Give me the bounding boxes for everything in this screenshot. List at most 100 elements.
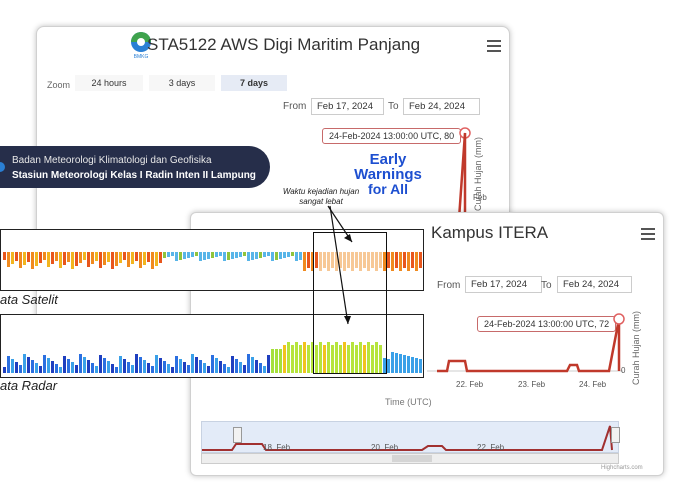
zoom-3-days-button[interactable]: 3 days — [149, 75, 215, 91]
x-tick-22-feb: 22. Feb — [456, 380, 484, 389]
aws-x-tick: Feb — [473, 193, 487, 202]
itera-rainfall-chart — [427, 313, 625, 373]
radar-bar — [223, 364, 226, 373]
radar-bar — [179, 359, 182, 373]
satellite-bar — [115, 252, 118, 266]
x-tick-23-feb: 23. Feb — [518, 380, 546, 389]
satellite-bar — [47, 252, 50, 267]
satellite-bar — [7, 252, 10, 267]
radar-bar — [3, 367, 6, 373]
radar-bar — [111, 364, 114, 373]
satellite-bar — [259, 252, 262, 258]
satellite-bar — [191, 252, 194, 257]
highcharts-credit[interactable]: Highcharts.com — [601, 465, 643, 471]
satellite-bar — [255, 252, 258, 259]
from-date-input[interactable]: Feb 17, 2024 — [465, 276, 542, 293]
satellite-bar — [211, 252, 214, 258]
satellite-bar — [131, 252, 134, 264]
radar-label: ata Radar — [0, 378, 58, 393]
radar-bar — [31, 360, 34, 373]
satellite-bar — [219, 252, 222, 256]
radar-bar — [155, 355, 158, 373]
navigator-left-handle[interactable] — [233, 427, 242, 443]
radar-bar — [127, 362, 130, 373]
satellite-bar — [203, 252, 206, 260]
satellite-bar — [391, 252, 394, 271]
satellite-bar — [15, 252, 18, 261]
satellite-bar — [87, 252, 90, 267]
satellite-bar — [147, 252, 150, 262]
satellite-bar — [183, 252, 186, 259]
radar-bar — [291, 345, 294, 373]
agency-name: Badan Meteorologi Klimatologi dan Geofis… — [12, 155, 212, 166]
radar-bar — [183, 362, 186, 373]
satellite-bar — [267, 252, 270, 256]
radar-bar — [35, 363, 38, 373]
early-warnings-line-2: Warnings — [354, 166, 422, 183]
from-date-input[interactable]: Feb 17, 2024 — [311, 98, 384, 115]
radar-bar — [271, 349, 274, 373]
from-label: From — [283, 101, 307, 112]
agency-banner: Badan Meteorologi Klimatologi dan Geofis… — [0, 146, 270, 188]
satellite-bar — [151, 252, 154, 269]
radar-bar — [231, 356, 234, 373]
satellite-bar — [287, 252, 290, 257]
navigator-tick-22-feb: 22. Feb — [477, 443, 505, 452]
hamburger-menu-icon[interactable] — [487, 40, 501, 52]
satellite-bar — [71, 252, 74, 269]
satellite-bar — [179, 252, 182, 260]
satellite-bar — [295, 252, 298, 261]
navigator-scrollbar[interactable] — [201, 453, 619, 464]
radar-bar — [83, 357, 86, 373]
satellite-bar — [247, 252, 250, 261]
radar-bar — [243, 365, 246, 373]
satellite-bar — [271, 252, 274, 261]
radar-bar — [163, 361, 166, 373]
itera-window-title: Kampus ITERA — [431, 223, 549, 242]
radar-bar — [15, 362, 18, 373]
satellite-bar — [279, 252, 282, 259]
radar-bar — [299, 345, 302, 373]
satellite-bar — [399, 252, 402, 271]
to-date-input[interactable]: Feb 24, 2024 — [403, 98, 480, 115]
radar-bar — [119, 356, 122, 373]
itera-peak-point[interactable] — [613, 313, 625, 325]
radar-bar — [7, 356, 10, 373]
navigator-right-handle[interactable] — [611, 427, 620, 443]
radar-bar — [403, 355, 406, 373]
satellite-bar — [19, 252, 22, 268]
radar-bar — [39, 366, 42, 373]
zoom-7-days-button[interactable]: 7 days — [221, 75, 287, 91]
itera-y-zero: 0 — [621, 366, 626, 375]
satellite-bar — [227, 252, 230, 260]
satellite-bar — [23, 252, 26, 265]
satellite-bar — [43, 252, 46, 260]
radar-bar — [103, 358, 106, 373]
radar-bar — [23, 354, 26, 373]
radar-bar — [255, 360, 258, 373]
satellite-bar — [199, 252, 202, 261]
satellite-bar — [275, 252, 278, 260]
zoom-24-hours-button[interactable]: 24 hours — [75, 75, 143, 91]
satellite-bar — [291, 252, 294, 256]
radar-bar — [187, 365, 190, 373]
itera-rainfall-series — [437, 318, 621, 373]
satellite-bar — [415, 252, 418, 271]
radar-bar — [139, 357, 142, 373]
radar-bar — [399, 354, 402, 373]
satellite-bar — [263, 252, 266, 257]
radar-bar — [115, 367, 118, 373]
radar-bar — [27, 357, 30, 373]
satellite-bar — [39, 252, 42, 263]
satellite-bar — [99, 252, 102, 268]
satellite-bar — [123, 252, 126, 260]
navigator-tick-18-feb: 18. Feb — [263, 443, 291, 452]
satellite-bar — [79, 252, 82, 263]
radar-bar — [91, 363, 94, 373]
radar-bar — [167, 364, 170, 373]
satellite-bar — [403, 252, 406, 268]
to-date-input[interactable]: Feb 24, 2024 — [557, 276, 632, 293]
radar-bar — [151, 366, 154, 373]
hamburger-menu-icon[interactable] — [641, 228, 655, 240]
satellite-bar — [63, 252, 66, 265]
